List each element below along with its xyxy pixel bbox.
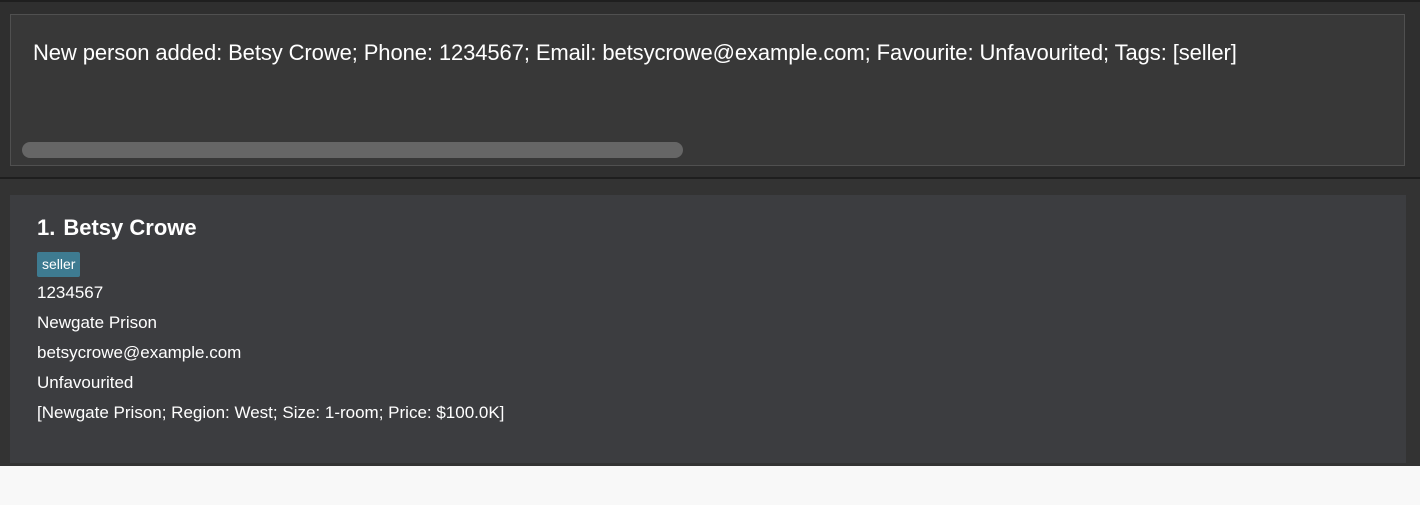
- empty-area: [0, 466, 1420, 505]
- person-properties: [Newgate Prison; Region: West; Size: 1-r…: [37, 403, 505, 422]
- horizontal-scrollbar[interactable]: [11, 136, 1404, 158]
- person-address: Newgate Prison: [37, 313, 158, 332]
- person-name: Betsy Crowe: [63, 215, 197, 240]
- scrollbar-thumb[interactable]: [22, 142, 683, 158]
- person-phone: 1234567: [37, 283, 104, 302]
- app-window: New person added: Betsy Crowe; Phone: 12…: [0, 0, 1420, 505]
- tag-badge: seller: [37, 252, 81, 277]
- person-card[interactable]: 1. Betsy Crowe seller 1234567 Newgate Pri…: [10, 195, 1406, 463]
- person-favourite-status: Unfavourited: [37, 373, 134, 392]
- result-message: New person added: Betsy Crowe; Phone: 12…: [33, 40, 1237, 65]
- person-index: 1.: [37, 215, 56, 240]
- person-list: 1. Betsy Crowe seller 1234567 Newgate Pri…: [0, 179, 1420, 466]
- result-display[interactable]: New person added: Betsy Crowe; Phone: 12…: [10, 14, 1405, 166]
- person-header: 1. Betsy Crowe: [37, 215, 197, 241]
- result-display-pane: New person added: Betsy Crowe; Phone: 12…: [0, 0, 1420, 177]
- person-email: betsycrowe@example.com: [37, 343, 242, 362]
